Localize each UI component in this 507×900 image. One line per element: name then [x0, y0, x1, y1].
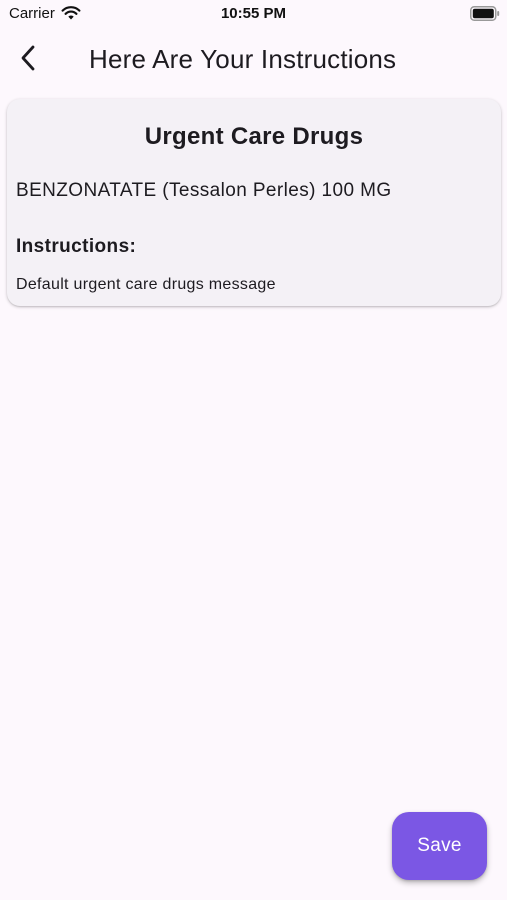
status-bar: Carrier 10:55 PM	[0, 0, 507, 30]
drug-card: Urgent Care Drugs BENZONATATE (Tessalon …	[7, 99, 501, 306]
instructions-label: Instructions:	[16, 236, 137, 257]
page-title: Here Are Your Instructions	[89, 44, 397, 74]
battery-icon	[470, 6, 500, 21]
chevron-left-icon	[20, 45, 36, 76]
save-button-label: Save	[417, 835, 462, 856]
card-title: Urgent Care Drugs	[144, 123, 364, 150]
app-bar: Here Are Your Instructions	[0, 30, 507, 90]
save-button[interactable]: Save	[392, 812, 487, 880]
status-time: 10:55 PM	[220, 5, 287, 22]
drug-name: BENZONATATE (Tessalon Perles) 100 MG	[16, 180, 392, 201]
back-button[interactable]	[10, 42, 46, 78]
instructions-text: Default urgent care drugs message	[16, 276, 276, 293]
